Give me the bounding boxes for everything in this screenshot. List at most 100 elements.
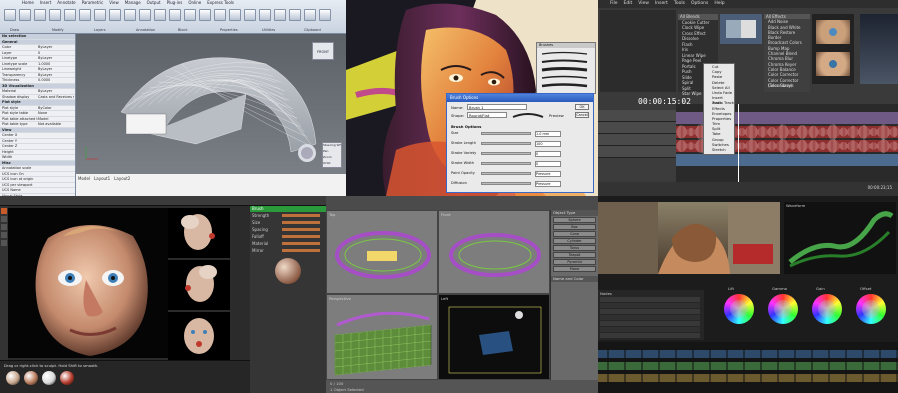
- ribbon-tab[interactable]: Output: [147, 0, 161, 7]
- attribute-slider[interactable]: [282, 249, 320, 252]
- ribbon-tool-button[interactable]: [184, 9, 196, 21]
- ribbon-tool-button[interactable]: [319, 9, 331, 21]
- ribbon-tab[interactable]: Plug-ins: [167, 0, 183, 7]
- brush-shape-select[interactable]: Round/Flat: [467, 112, 507, 118]
- preview-checkbox[interactable]: Preview: [549, 113, 564, 118]
- playhead[interactable]: [738, 104, 739, 182]
- ribbon-tool-button[interactable]: [109, 9, 121, 21]
- object-type-button[interactable]: Torus: [553, 245, 596, 251]
- attribute-slider[interactable]: [282, 235, 320, 238]
- ribbon-tool-button[interactable]: [124, 9, 136, 21]
- ok-button[interactable]: OK: [575, 104, 589, 110]
- slider-value[interactable]: 0: [535, 161, 561, 167]
- menu-item[interactable]: Options: [691, 0, 708, 8]
- ribbon-tool-button[interactable]: [259, 9, 271, 21]
- steering-wheel-icon[interactable]: [298, 144, 316, 162]
- node-row[interactable]: [600, 321, 700, 326]
- object-type-button[interactable]: Cone: [553, 231, 596, 237]
- ribbon-tool-button[interactable]: [4, 9, 16, 21]
- nav-bar-item[interactable]: Orbit: [323, 161, 341, 167]
- menu-item[interactable]: Insert: [655, 0, 668, 8]
- ribbon-tool-button[interactable]: [64, 9, 76, 21]
- cancel-button[interactable]: Cancel: [575, 112, 589, 118]
- menu-item[interactable]: View: [638, 0, 649, 8]
- color-wheel[interactable]: [768, 294, 798, 324]
- slider-value[interactable]: Pressure: [535, 181, 561, 187]
- sculpt-attribute[interactable]: Spacing: [250, 226, 326, 233]
- node-row[interactable]: [600, 309, 700, 314]
- ribbon-tab[interactable]: Home: [22, 0, 34, 7]
- command-line[interactable]: Model Layout1 Layout2: [76, 174, 346, 196]
- node-row[interactable]: [600, 303, 700, 308]
- object-type-button[interactable]: Sphere: [553, 217, 596, 223]
- sculpt-attribute[interactable]: Size: [250, 219, 326, 226]
- cad-viewport[interactable]: FRONT Steering WheelsPanZoomOrbit: [76, 34, 346, 174]
- material-swatch[interactable]: [60, 371, 74, 385]
- brush-strokes-list[interactable]: [537, 48, 595, 93]
- layout-tab[interactable]: Layout2: [114, 176, 130, 181]
- material-swatch[interactable]: [24, 371, 38, 385]
- node-row[interactable]: [600, 333, 700, 338]
- sculpt-attribute[interactable]: Falloff: [250, 233, 326, 240]
- ribbon-tab[interactable]: View: [109, 0, 119, 7]
- object-type-button[interactable]: Teapot: [553, 252, 596, 258]
- fx-item[interactable]: Color Curves: [766, 83, 810, 88]
- ribbon-tab[interactable]: Insert: [40, 0, 51, 7]
- ribbon-tool-button[interactable]: [19, 9, 31, 21]
- viewport-top-label[interactable]: Top: [329, 212, 335, 217]
- slider-value[interactable]: 1.0 mm: [535, 131, 561, 137]
- sculpt-attribute[interactable]: Strength: [250, 212, 326, 219]
- context-menu-item[interactable]: Audio Track: [708, 100, 734, 105]
- ribbon-tool-button[interactable]: [49, 9, 61, 21]
- color-wheel[interactable]: [856, 294, 886, 324]
- node-row[interactable]: [600, 297, 700, 302]
- viewport-front[interactable]: Front: [438, 210, 550, 294]
- max-timeline[interactable]: 0 / 100 1 Object Selected: [326, 380, 598, 393]
- object-type-button[interactable]: Plane: [553, 266, 596, 272]
- color-wheel[interactable]: [812, 294, 842, 324]
- sculpt-attribute[interactable]: Material: [250, 240, 326, 247]
- layout-tab[interactable]: Layout1: [94, 176, 110, 181]
- viewcube[interactable]: FRONT: [312, 42, 334, 60]
- material-swatch[interactable]: [6, 371, 20, 385]
- attribute-slider[interactable]: [282, 214, 320, 217]
- ribbon-tab[interactable]: Annotate: [57, 0, 75, 7]
- slider-value[interactable]: 100: [535, 141, 561, 147]
- slider-track[interactable]: [481, 172, 531, 175]
- viewport-left-label[interactable]: Left: [441, 296, 448, 301]
- brush-name-input[interactable]: Brush 1: [467, 104, 527, 110]
- node-row[interactable]: [600, 327, 700, 332]
- slider-track[interactable]: [481, 152, 531, 155]
- viewport-perspective[interactable]: Perspective: [326, 294, 438, 380]
- ribbon-tool-button[interactable]: [274, 9, 286, 21]
- side-view-1[interactable]: [168, 208, 230, 258]
- attribute-slider[interactable]: [282, 221, 320, 224]
- color-wheel[interactable]: [724, 294, 754, 324]
- sculpt-main-viewport[interactable]: [8, 208, 168, 358]
- object-type-button[interactable]: Cylinder: [553, 238, 596, 244]
- side-view-3[interactable]: [168, 312, 230, 362]
- grade-timeline[interactable]: [598, 342, 898, 393]
- ribbon-tool-button[interactable]: [304, 9, 316, 21]
- ribbon-tool-button[interactable]: [169, 9, 181, 21]
- layout-tab[interactable]: Model: [78, 176, 90, 181]
- ribbon-tool-button[interactable]: [199, 9, 211, 21]
- context-menu-item[interactable]: Stretch: [708, 147, 734, 152]
- slider-value[interactable]: Pressure: [535, 171, 561, 177]
- viewport-front-label[interactable]: Front: [441, 212, 451, 217]
- viewport-perspective-label[interactable]: Perspective: [329, 296, 351, 301]
- material-swatch[interactable]: [42, 371, 56, 385]
- ribbon-tab[interactable]: Online: [188, 0, 201, 7]
- slider-track[interactable]: [481, 162, 531, 165]
- ribbon-tab[interactable]: Parametric: [82, 0, 104, 7]
- side-view-2[interactable]: [168, 260, 230, 310]
- ribbon-tool-button[interactable]: [139, 9, 151, 21]
- ribbon-tab[interactable]: Manage: [125, 0, 141, 7]
- ribbon-tool-button[interactable]: [289, 9, 301, 21]
- ribbon-tool-button[interactable]: [79, 9, 91, 21]
- viewport-left[interactable]: Left: [438, 294, 550, 380]
- sculpt-attribute[interactable]: Mirror: [250, 247, 326, 254]
- menu-item[interactable]: Tools: [674, 0, 685, 8]
- ribbon-tool-button[interactable]: [94, 9, 106, 21]
- slider-track[interactable]: [481, 142, 531, 145]
